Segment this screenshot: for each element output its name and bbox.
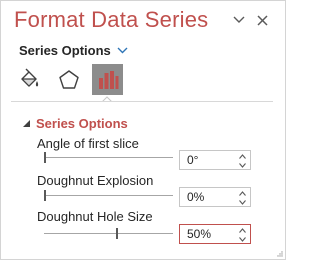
- slider-track: [44, 233, 173, 234]
- section-title: Series Options: [36, 115, 128, 131]
- angle-first-slice-input[interactable]: [180, 151, 241, 169]
- pane-options-button[interactable]: [230, 11, 248, 29]
- angle-first-slice-spinner: [179, 150, 251, 170]
- chevron-up-icon: [238, 190, 246, 196]
- doughnut-hole-size-label: Doughnut Hole Size: [37, 209, 153, 224]
- doughnut-hole-size-slider[interactable]: [44, 228, 173, 239]
- chevron-down-icon: [233, 16, 245, 23]
- collapse-triangle-icon: [23, 119, 30, 127]
- series-options-section-toggle[interactable]: Series Options: [23, 115, 128, 131]
- series-options-dropdown[interactable]: Series Options: [19, 41, 128, 59]
- increment-button[interactable]: [236, 226, 248, 234]
- format-data-series-pane: Format Data Series Series Options Series…: [0, 0, 286, 260]
- chevron-down-icon: [238, 199, 246, 205]
- chevron-down-icon: [238, 236, 246, 242]
- chevron-up-icon: [238, 227, 246, 233]
- close-icon: [256, 14, 268, 26]
- increment-button[interactable]: [236, 189, 248, 197]
- resize-grip-icon[interactable]: [277, 251, 283, 257]
- pentagon-icon: [58, 69, 79, 89]
- chevron-down-icon: [117, 47, 128, 53]
- slider-thumb[interactable]: [44, 152, 46, 163]
- doughnut-explosion-input[interactable]: [180, 188, 241, 206]
- series-options-dropdown-label: Series Options: [19, 42, 111, 58]
- slider-track: [44, 157, 173, 158]
- slider-track: [44, 195, 173, 196]
- tab-effects[interactable]: [53, 64, 84, 95]
- slider-thumb[interactable]: [44, 190, 46, 201]
- decrement-button[interactable]: [236, 161, 248, 169]
- doughnut-hole-size-input[interactable]: [180, 225, 241, 243]
- pane-title: Format Data Series: [14, 7, 209, 32]
- angle-first-slice-slider[interactable]: [44, 152, 173, 163]
- chevron-up-icon: [238, 153, 246, 159]
- tab-series-options[interactable]: [92, 64, 123, 95]
- paint-bucket-icon: [20, 68, 38, 87]
- tab-fill-line[interactable]: [14, 64, 45, 95]
- increment-button[interactable]: [236, 152, 248, 160]
- bar-chart-icon: [98, 70, 118, 89]
- decrement-button[interactable]: [236, 198, 248, 206]
- doughnut-hole-size-spinner: [179, 224, 251, 244]
- decrement-button[interactable]: [236, 235, 248, 243]
- doughnut-explosion-label: Doughnut Explosion: [37, 173, 154, 188]
- doughnut-explosion-slider[interactable]: [44, 190, 173, 201]
- slider-thumb[interactable]: [116, 228, 118, 239]
- pane-tabs: [14, 64, 123, 96]
- close-pane-button[interactable]: [253, 11, 271, 29]
- angle-first-slice-label: Angle of first slice: [37, 136, 139, 151]
- chevron-down-icon: [238, 162, 246, 168]
- divider: [11, 101, 273, 102]
- doughnut-explosion-spinner: [179, 187, 251, 207]
